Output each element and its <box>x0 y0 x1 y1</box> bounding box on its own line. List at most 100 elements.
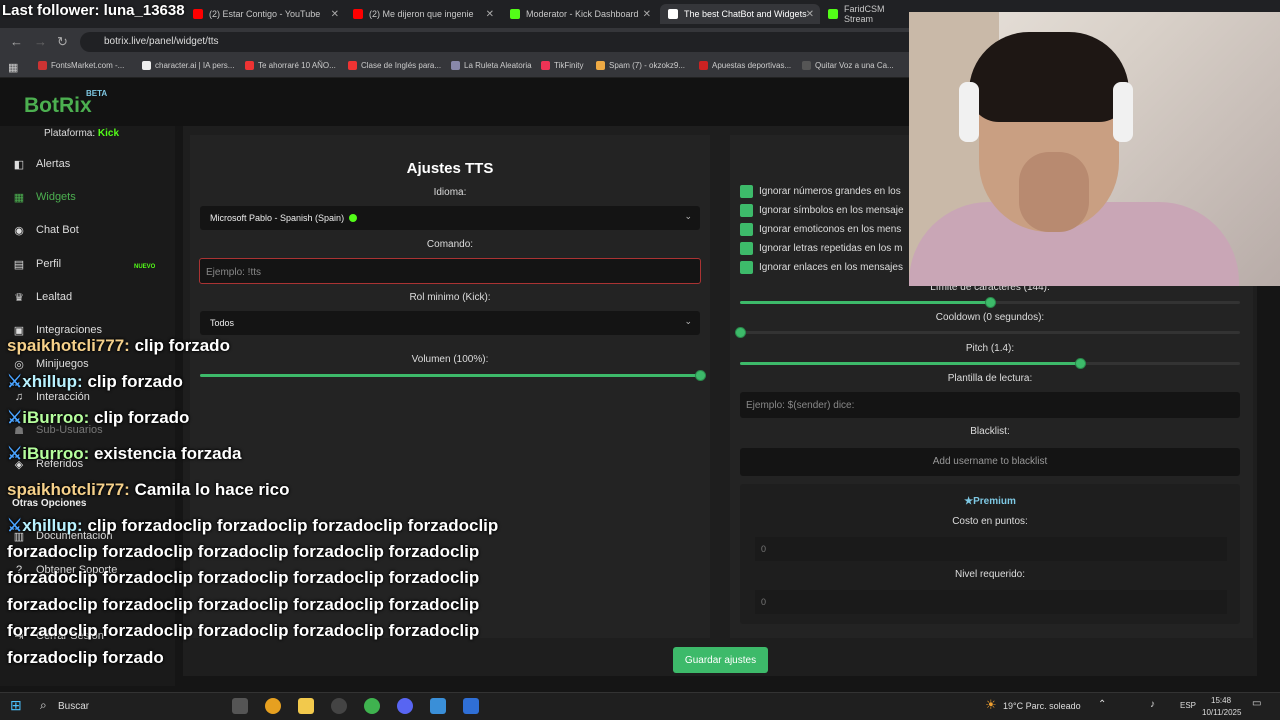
robot-icon: ◉ <box>14 225 24 237</box>
role-select[interactable]: Todos ⌄ <box>200 311 700 335</box>
clock-time[interactable]: 15:48 <box>1211 696 1231 705</box>
sidebar-item-lealtad[interactable]: ♛ Lealtad <box>12 291 72 304</box>
ignore-big-numbers-checkbox[interactable]: Ignorar números grandes en los <box>740 185 901 198</box>
notification-icon[interactable]: ▭ <box>1252 698 1261 709</box>
browser-tab[interactable]: (2) Estar Contigo - YouTube ✕ <box>185 4 345 24</box>
command-input[interactable]: Ejemplo: !tts <box>199 258 701 284</box>
slider-handle[interactable] <box>1075 358 1086 369</box>
ignore-repeated-letters-checkbox[interactable]: Ignorar letras repetidas en los m <box>740 242 902 255</box>
browser-tab[interactable]: Moderator - Kick Dashboard ✕ <box>502 4 657 24</box>
char-limit-slider[interactable] <box>740 297 1240 308</box>
slider-fill <box>740 362 1080 365</box>
pitch-slider[interactable] <box>740 358 1240 369</box>
bookmark[interactable]: character.ai | IA pers... <box>142 61 234 70</box>
platform-indicator: Plataforma: Kick <box>44 128 120 139</box>
browser-tab-active[interactable]: The best ChatBot and Widgets ✕ <box>660 4 820 24</box>
tab-label: Moderator - Kick Dashboard <box>526 9 639 19</box>
language-select[interactable]: Microsoft Pablo - Spanish (Spain) ⌄ <box>200 206 700 230</box>
star-icon: ★ <box>964 496 974 507</box>
slider-handle[interactable] <box>735 327 746 338</box>
back-icon[interactable]: ← <box>10 34 23 49</box>
language-indicator[interactable]: ESP <box>1180 701 1196 710</box>
sidebar-item-alertas[interactable]: ◧ Alertas <box>12 158 70 171</box>
chat-text: Camila lo hace rico <box>134 480 290 499</box>
sidebar-item-chat-bot[interactable]: ◉ Chat Bot <box>12 224 79 237</box>
kick-icon <box>828 9 838 19</box>
reload-icon[interactable]: ↻ <box>57 34 68 50</box>
bookmark[interactable]: Te ahorraré 10 AÑO... <box>245 61 336 70</box>
explorer-icon[interactable] <box>298 698 314 714</box>
blacklist-input[interactable]: Add username to blacklist <box>740 448 1240 476</box>
sidebar-item-perfil[interactable]: ▤ Perfil <box>12 258 61 271</box>
browser-tab[interactable]: FaridCSM Stream <box>820 4 910 24</box>
bookmark[interactable]: Spam (7) - okzokz9... <box>596 61 685 70</box>
blacklist-label: Blacklist: <box>970 426 1010 437</box>
url-field[interactable]: botrix.live/panel/widget/tts <box>80 32 930 52</box>
cooldown-slider[interactable] <box>735 327 1240 338</box>
chat-text: clip forzado <box>94 408 190 427</box>
chat-message: ⚔xhillup: clip forzado <box>7 372 183 392</box>
bookmark[interactable]: La Ruleta Aleatoria <box>451 61 532 70</box>
windows-start-icon[interactable]: ⊞ <box>10 697 22 714</box>
level-input[interactable]: 0 <box>755 590 1227 614</box>
chevron-up-icon[interactable]: ⌃ <box>1098 699 1106 710</box>
sidebar-item-integraciones[interactable]: ▣ Integraciones <box>12 324 102 337</box>
bookmark-icon <box>541 61 550 70</box>
slider-handle[interactable] <box>985 297 996 308</box>
chat-text: clip forzado <box>87 372 183 391</box>
close-icon[interactable]: ✕ <box>486 9 494 20</box>
sidebar-item-widgets[interactable]: ▦ Widgets <box>12 191 76 204</box>
weather-text[interactable]: 19°C Parc. soleado <box>1003 701 1081 711</box>
tab-label: FaridCSM Stream <box>844 4 885 24</box>
chrome-icon[interactable] <box>265 698 281 714</box>
discord-icon[interactable] <box>397 698 413 714</box>
taskbar-search[interactable]: Buscar <box>58 701 89 712</box>
search-icon[interactable]: ⌕ <box>40 698 47 713</box>
chat-message: forzadoclip forzadoclip forzadoclip forz… <box>7 621 479 641</box>
bookmark[interactable]: Apuestas deportivas... <box>699 61 791 70</box>
apps-icon[interactable]: ▦ <box>8 61 18 74</box>
bookmark[interactable]: Quitar Voz a una Ca... <box>802 61 894 70</box>
bookmark[interactable]: FontsMarket.com -... <box>38 61 124 70</box>
utorrent-icon[interactable] <box>364 698 380 714</box>
chat-username: spaikhotcli777: <box>7 480 130 499</box>
youtube-icon <box>353 9 363 19</box>
slider-fill <box>200 374 700 377</box>
browser-tab[interactable]: (2) Me dijeron que ingenie ✕ <box>345 4 500 24</box>
ignore-symbols-checkbox[interactable]: Ignorar símbolos en los mensaje <box>740 204 904 217</box>
checkbox-checked-icon <box>740 242 753 255</box>
taskview-icon[interactable] <box>232 698 248 714</box>
sidebar-item-minijuegos[interactable]: ◎ Minijuegos <box>12 358 88 371</box>
speaker-icon[interactable]: ♪ <box>1150 699 1155 710</box>
template-input[interactable]: Ejemplo: $(sender) dice: <box>740 392 1240 418</box>
close-icon[interactable]: ✕ <box>806 9 814 20</box>
cost-input[interactable]: 0 <box>755 537 1227 561</box>
sidebar-item-interaccion[interactable]: ♫ Interacción <box>12 391 90 403</box>
ignore-emotes-checkbox[interactable]: Ignorar emoticonos en los mens <box>740 223 901 236</box>
beta-badge: BETA <box>86 89 108 98</box>
bookmark[interactable]: TikFinity <box>541 61 583 70</box>
slider-handle[interactable] <box>695 370 706 381</box>
chat-message: ⚔iBurroo: clip forzado <box>7 408 189 428</box>
volume-label: Volumen (100%): <box>411 354 489 365</box>
close-icon[interactable]: ✕ <box>643 9 651 20</box>
volume-slider[interactable] <box>200 370 706 381</box>
close-icon[interactable]: ✕ <box>331 9 339 20</box>
chevron-down-icon: ⌄ <box>684 211 692 221</box>
bookmark[interactable]: Clase de Inglés para... <box>348 61 441 70</box>
idioma-label: Idioma: <box>433 187 467 198</box>
chat-message: forzadoclip forzado <box>7 648 164 668</box>
obs-icon[interactable] <box>331 698 347 714</box>
checkbox-checked-icon <box>740 223 753 236</box>
botrix-logo[interactable]: BotRix <box>24 94 92 118</box>
ignore-links-checkbox[interactable]: Ignorar enlaces en los mensajes <box>740 261 903 274</box>
forward-icon[interactable]: → <box>34 34 47 49</box>
chat-username: xhillup: <box>22 372 83 391</box>
app-icon[interactable] <box>463 698 479 714</box>
clock-date[interactable]: 10/11/2025 <box>1202 708 1241 717</box>
nuevo-badge: NUEVO <box>134 264 156 270</box>
app-icon[interactable] <box>430 698 446 714</box>
template-label: Plantilla de lectura: <box>947 373 1033 384</box>
chat-message: forzadoclip forzadoclip forzadoclip forz… <box>7 542 479 562</box>
save-settings-button[interactable]: Guardar ajustes <box>673 647 768 673</box>
